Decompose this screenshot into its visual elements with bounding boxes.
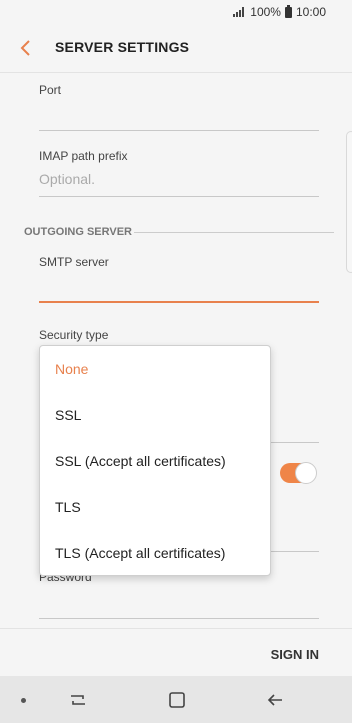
- page-title: SERVER SETTINGS: [55, 39, 190, 55]
- option-ssl[interactable]: SSL: [40, 392, 272, 438]
- port-label: Port: [39, 83, 62, 97]
- imap-prefix-field[interactable]: Optional.: [39, 171, 95, 187]
- option-tls-accept-all[interactable]: TLS (Accept all certificates): [40, 530, 272, 576]
- smtp-server-field[interactable]: [39, 301, 319, 303]
- battery-icon: [284, 4, 292, 18]
- navigation-bar: [0, 676, 352, 723]
- option-none[interactable]: None: [40, 346, 272, 392]
- status-bar: 100% 10:00: [0, 0, 352, 24]
- back-arrow-icon[interactable]: [16, 38, 36, 58]
- imap-prefix-underline: [39, 196, 319, 197]
- toggle-knob: [295, 462, 317, 484]
- app-bar: SERVER SETTINGS: [0, 24, 352, 72]
- signal-icon: [233, 7, 245, 17]
- sign-in-button[interactable]: SIGN IN: [271, 647, 319, 662]
- clock: 10:00: [295, 5, 326, 19]
- battery-percent: 100%: [250, 5, 281, 19]
- toggle-switch[interactable]: [280, 462, 317, 484]
- option-tls[interactable]: TLS: [40, 484, 272, 530]
- outgoing-server-header: OUTGOING SERVER: [24, 226, 132, 238]
- nav-dot-icon: [21, 698, 26, 703]
- scrollbar[interactable]: [346, 131, 352, 273]
- bottom-action-bar: SIGN IN: [0, 628, 352, 676]
- nav-back-icon[interactable]: [265, 690, 285, 710]
- section-divider: [134, 232, 334, 233]
- recents-icon[interactable]: [68, 690, 88, 710]
- smtp-server-label: SMTP server: [39, 255, 109, 269]
- home-icon[interactable]: [167, 690, 187, 710]
- port-field[interactable]: [39, 130, 319, 131]
- security-type-label: Security type: [39, 328, 109, 342]
- password-field[interactable]: [39, 618, 319, 619]
- imap-prefix-label: IMAP path prefix: [39, 149, 128, 163]
- status-indicators: 100% 10:00: [233, 4, 326, 19]
- security-type-dropdown: None SSL SSL (Accept all certificates) T…: [39, 345, 271, 576]
- option-ssl-accept-all[interactable]: SSL (Accept all certificates): [40, 438, 272, 484]
